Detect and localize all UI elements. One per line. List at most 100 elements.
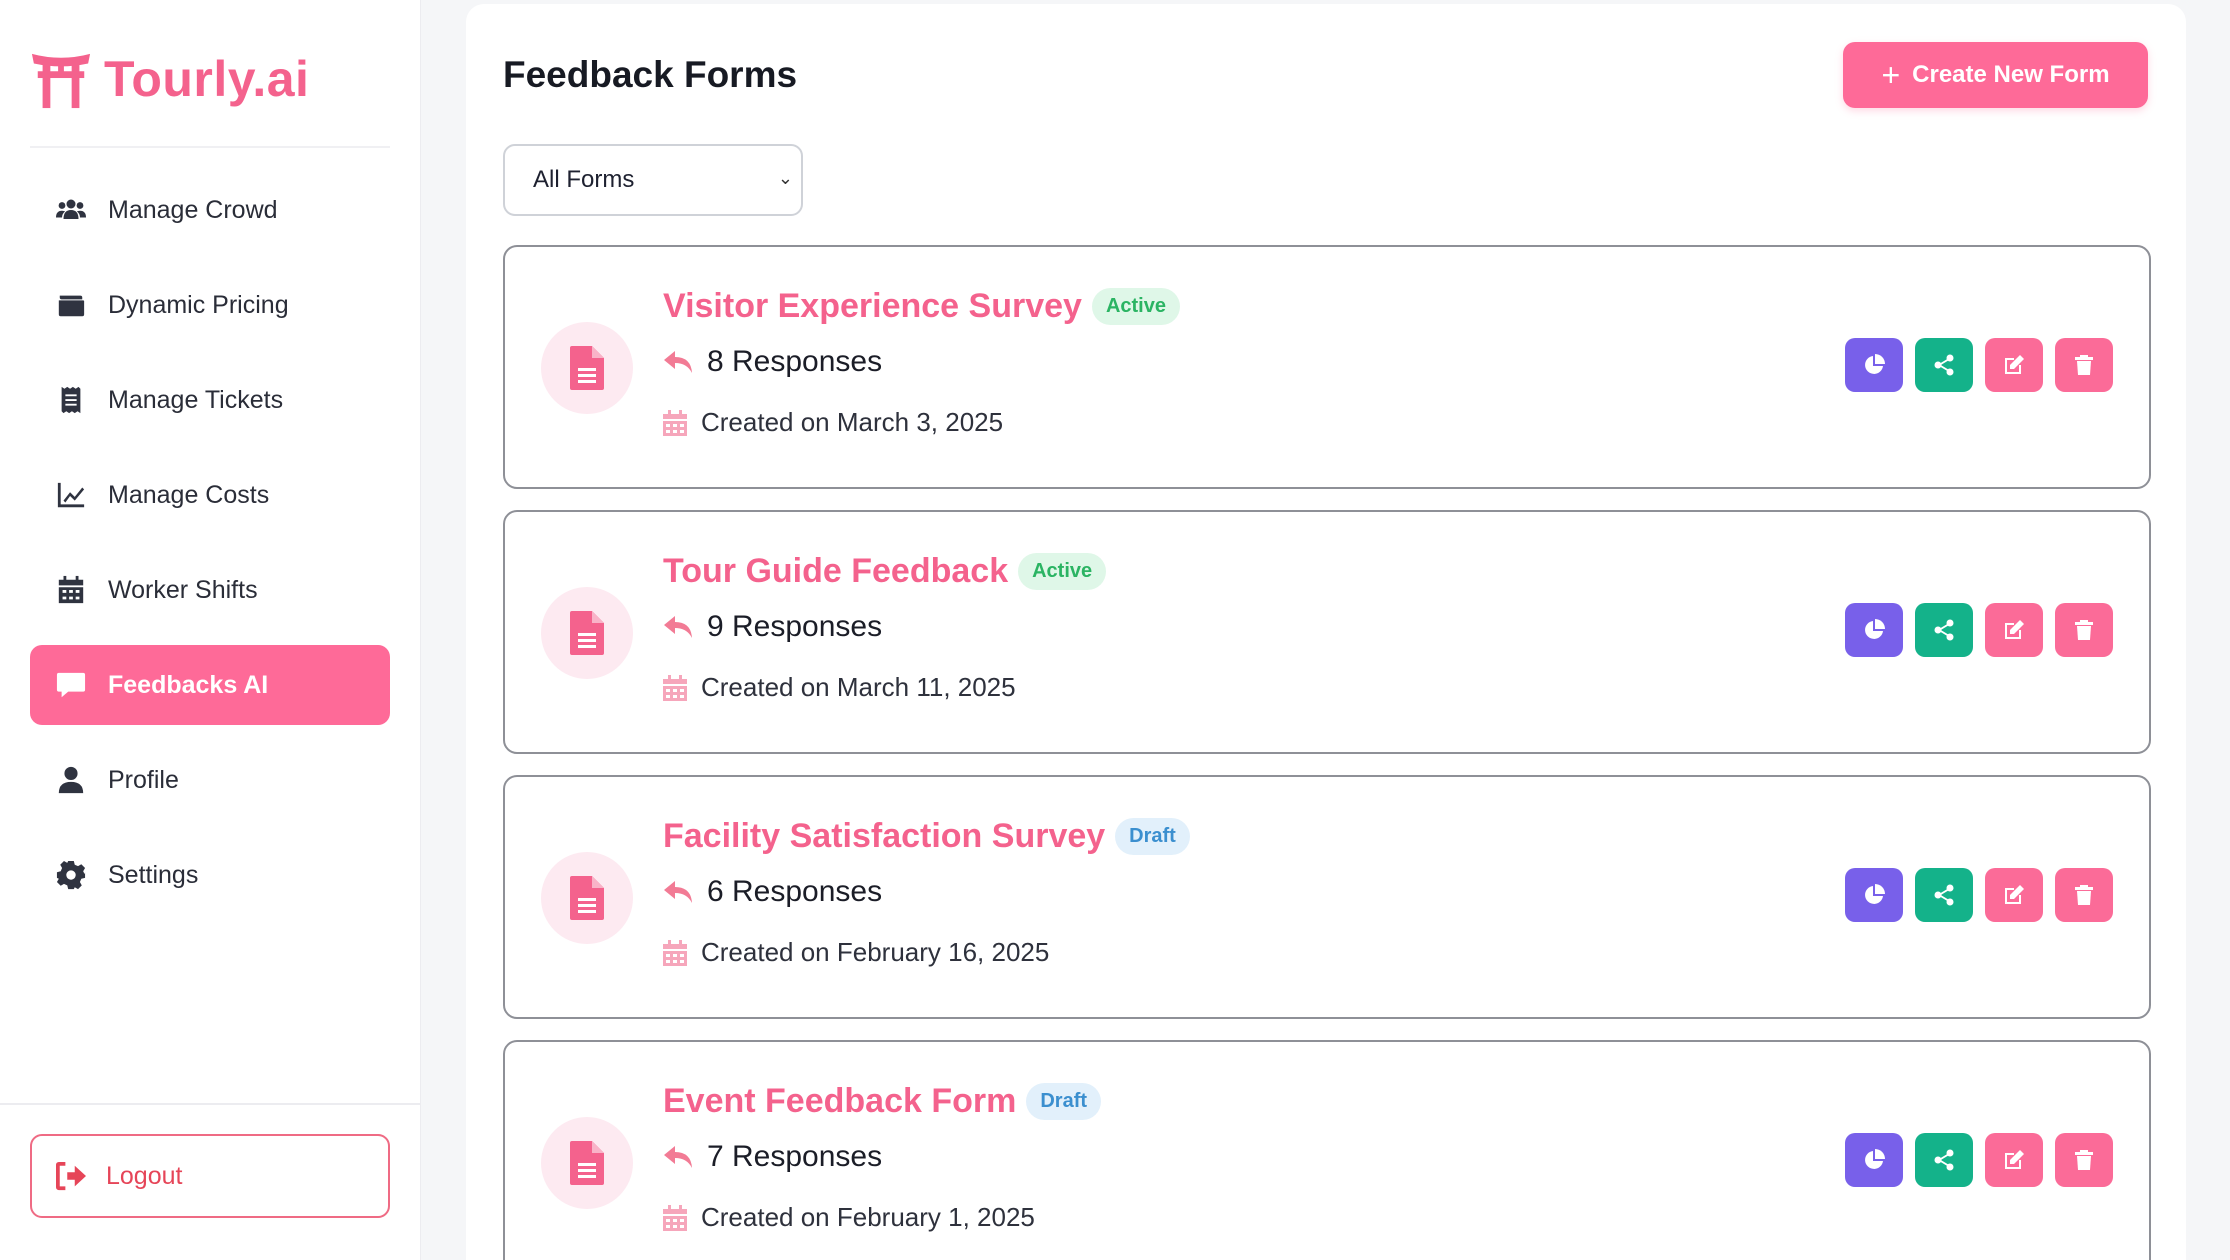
document-icon [541,322,633,414]
form-card[interactable]: Event Feedback Form Draft 7 Responses Cr… [503,1040,2151,1260]
main-panel: Feedback Forms + Create New Form All For… [466,4,2186,1260]
created-text: Created on February 1, 2025 [701,1202,1035,1232]
form-title[interactable]: Visitor Experience Survey [663,287,1082,326]
edit-icon [2005,620,2024,639]
pie-chart-icon [1865,354,1885,374]
form-actions [1833,1133,2113,1187]
share-icon [1934,884,1954,906]
sign-out-icon [56,1161,86,1191]
create-new-form-button[interactable]: + Create New Form [1843,42,2148,108]
reply-icon [664,616,692,638]
sidebar: Tourly.ai Manage Crowd Dynamic Pricing M… [0,0,421,1260]
edit-button[interactable] [1985,868,2043,922]
document-icon [541,587,633,679]
document-icon [541,1117,633,1209]
forms-list: Visitor Experience Survey Active 8 Respo… [503,245,2151,1260]
reply-icon [664,1146,692,1168]
share-button[interactable] [1915,338,1973,392]
analytics-button[interactable] [1845,1133,1903,1187]
chevron-down-icon: ⌄ [777,168,793,188]
form-actions [1833,868,2113,922]
wallet-icon [52,286,90,324]
sidebar-item-dynamic-pricing[interactable]: Dynamic Pricing [30,265,390,345]
sidebar-item-manage-costs[interactable]: Manage Costs [30,455,390,535]
responses-text: 9 Responses [707,610,883,643]
trash-icon [2075,355,2093,375]
form-card[interactable]: Tour Guide Feedback Active 9 Responses C… [503,510,2151,754]
sidebar-nav: Manage Crowd Dynamic Pricing Manage Tick… [30,170,390,930]
responses-text: 7 Responses [707,1140,883,1173]
sidebar-item-label: Manage Costs [108,480,270,509]
created-date: Created on February 1, 2025 [663,1202,1035,1233]
sidebar-bottom-divider [0,1103,421,1105]
user-icon [52,761,90,799]
form-title[interactable]: Event Feedback Form [663,1082,1016,1121]
share-button[interactable] [1915,603,1973,657]
receipt-icon [52,381,90,419]
form-title[interactable]: Tour Guide Feedback [663,552,1008,591]
sidebar-item-label: Settings [108,860,199,889]
status-badge: Draft [1115,818,1190,855]
edit-icon [2005,355,2024,374]
delete-button[interactable] [2055,338,2113,392]
sidebar-item-label: Feedbacks AI [108,670,269,699]
share-button[interactable] [1915,868,1973,922]
created-date: Created on March 3, 2025 [663,407,1003,438]
share-button[interactable] [1915,1133,1973,1187]
analytics-button[interactable] [1845,338,1903,392]
pie-chart-icon [1865,619,1885,639]
trash-icon [2075,1150,2093,1170]
sidebar-item-worker-shifts[interactable]: Worker Shifts [30,550,390,630]
forms-filter-select[interactable]: All Forms ⌄ [503,144,803,216]
pie-chart-icon [1865,884,1885,904]
created-text: Created on March 11, 2025 [701,672,1016,702]
form-title[interactable]: Facility Satisfaction Survey [663,817,1105,856]
brand-logo[interactable]: Tourly.ai [30,48,309,110]
document-icon [541,852,633,944]
responses-text: 6 Responses [707,875,883,908]
edit-button[interactable] [1985,1133,2043,1187]
form-card[interactable]: Visitor Experience Survey Active 8 Respo… [503,245,2151,489]
form-title-row: Visitor Experience Survey Active [663,287,1180,326]
share-icon [1934,619,1954,641]
delete-button[interactable] [2055,1133,2113,1187]
status-badge: Active [1018,553,1107,590]
page-title: Feedback Forms [503,54,798,95]
delete-button[interactable] [2055,868,2113,922]
sidebar-item-label: Worker Shifts [108,575,258,604]
delete-button[interactable] [2055,603,2113,657]
form-title-row: Event Feedback Form Draft [663,1082,1102,1121]
trash-icon [2075,885,2093,905]
form-title-row: Facility Satisfaction Survey Draft [663,817,1190,856]
sidebar-item-feedbacks-ai[interactable]: Feedbacks AI [30,645,390,725]
sidebar-item-manage-tickets[interactable]: Manage Tickets [30,360,390,440]
status-badge: Active [1091,288,1180,325]
sidebar-item-profile[interactable]: Profile [30,740,390,820]
form-card[interactable]: Facility Satisfaction Survey Draft 6 Res… [503,775,2151,1019]
edit-button[interactable] [1985,603,2043,657]
torii-gate-icon [31,53,91,109]
responses-count: 6 Responses [663,875,882,909]
calendar-icon [663,409,687,436]
logout-button[interactable]: Logout [30,1134,390,1218]
edit-icon [2005,1150,2024,1169]
sidebar-item-label: Profile [108,765,179,794]
sidebar-item-settings[interactable]: Settings [30,835,390,915]
analytics-button[interactable] [1845,603,1903,657]
calendar-icon [52,571,90,609]
responses-count: 8 Responses [663,345,882,379]
analytics-button[interactable] [1845,868,1903,922]
trash-icon [2075,620,2093,640]
form-actions [1833,603,2113,657]
reply-icon [664,881,692,903]
share-icon [1934,1149,1954,1171]
brand-divider [30,146,390,148]
pie-chart-icon [1865,1149,1885,1169]
create-new-form-label: Create New Form [1912,61,2110,88]
logout-label: Logout [106,1161,183,1190]
edit-button[interactable] [1985,338,2043,392]
users-icon [52,191,90,229]
responses-text: 8 Responses [707,345,883,378]
sidebar-item-label: Manage Crowd [108,195,278,224]
sidebar-item-manage-crowd[interactable]: Manage Crowd [30,170,390,250]
